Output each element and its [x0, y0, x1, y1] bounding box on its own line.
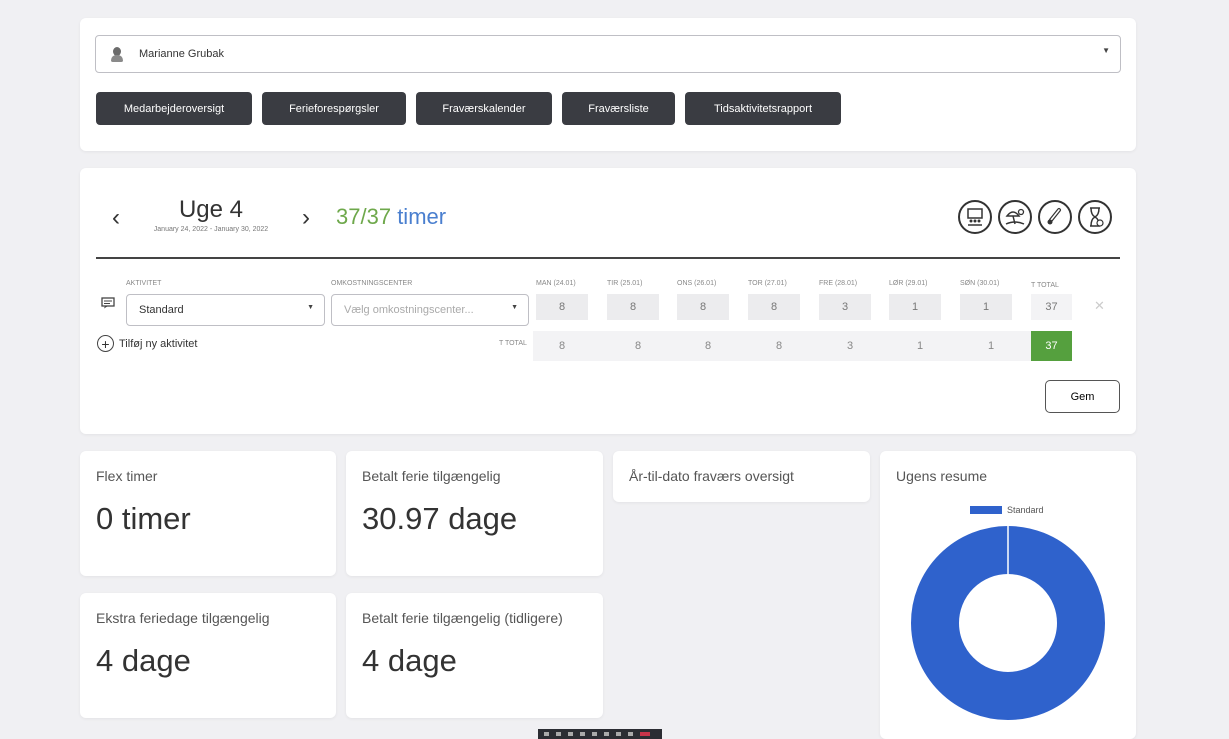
comment-icon[interactable]: [101, 297, 115, 309]
col-header-day: SØN (30.01): [960, 280, 1000, 287]
col-header-day: LØR (29.01): [889, 280, 928, 287]
day-total: 3: [846, 340, 854, 352]
week-range: January 24, 2022 - January 30, 2022: [153, 226, 269, 233]
employee-overview-button[interactable]: Medarbejderoversigt: [96, 92, 252, 125]
stat-title: Betalt ferie tilgængelig (tidligere): [362, 610, 563, 626]
hours-summary: 37/37 timer: [336, 204, 446, 230]
add-activity-label: Tilføj ny aktivitet: [119, 337, 198, 350]
week-navigation: ‹ Uge 4 January 24, 2022 - January 30, 2…: [106, 196, 316, 240]
col-header-day: MAN (24.01): [536, 280, 576, 287]
plus-circle-icon: +: [97, 335, 114, 352]
stat-value: 30.97 dage: [362, 501, 518, 536]
divider: [96, 257, 1120, 259]
employee-name: Marianne Grubak: [139, 48, 224, 60]
absence-list-button[interactable]: Fraværsliste: [562, 92, 675, 125]
employee-select[interactable]: Marianne Grubak ▼: [95, 35, 1121, 73]
col-header-day: ONS (26.01): [677, 280, 717, 287]
hours-input[interactable]: 1: [889, 294, 941, 320]
col-header-day: TOR (27.01): [748, 280, 787, 287]
day-total: 1: [987, 340, 995, 352]
floating-toolbar: [538, 729, 662, 739]
timesheet-card: ‹ Uge 4 January 24, 2022 - January 30, 2…: [80, 168, 1136, 434]
stat-title: Flex timer: [96, 468, 158, 484]
day-total: 1: [916, 340, 924, 352]
employee-card: Marianne Grubak ▼ Medarbejderoversigt Fe…: [80, 18, 1136, 151]
day-total: 8: [775, 340, 783, 352]
hours-input[interactable]: 1: [960, 294, 1012, 320]
stat-value: 0 timer: [96, 501, 191, 536]
col-header-day: FRE (28.01): [819, 280, 858, 287]
grand-total: 37: [1031, 331, 1072, 361]
team-overview-icon[interactable]: [958, 200, 992, 234]
col-header-total: T TOTAL: [1031, 282, 1059, 289]
time-activity-report-button[interactable]: Tidsaktivitetsrapport: [685, 92, 841, 125]
summary-title: Ugens resume: [896, 468, 988, 484]
header-icons: [958, 200, 1112, 234]
chevron-down-icon: ▼: [511, 304, 518, 311]
week-title: Uge 4: [178, 196, 244, 223]
avatar-icon: [110, 46, 124, 62]
cost-center-select[interactable]: Vælg omkostningscenter... ▼: [331, 294, 529, 326]
col-header-activity: AKTIVITET: [126, 280, 162, 287]
hours-input[interactable]: 8: [607, 294, 659, 320]
hourglass-icon[interactable]: [1078, 200, 1112, 234]
stat-value: 4 dage: [362, 643, 457, 678]
stat-value: 4 dage: [96, 643, 191, 678]
next-week-icon[interactable]: ›: [296, 196, 316, 240]
day-total: 8: [558, 340, 566, 352]
hours-input[interactable]: 3: [819, 294, 871, 320]
legend-label: Standard: [1007, 505, 1044, 515]
col-header-day: TIR (25.01): [607, 280, 643, 287]
ytd-absence-card[interactable]: År-til-dato fraværs oversigt: [613, 451, 870, 502]
stat-title: År-til-dato fraværs oversigt: [629, 468, 794, 484]
day-total: 8: [634, 340, 642, 352]
hours-done: 37/37: [336, 204, 392, 229]
sick-thermometer-icon[interactable]: [1038, 200, 1072, 234]
chevron-down-icon: ▼: [1102, 46, 1110, 55]
day-total: 8: [704, 340, 712, 352]
nav-buttons: Medarbejderoversigt Ferieforespørgsler F…: [96, 92, 841, 125]
paid-vacation-card: Betalt ferie tilgængelig 30.97 dage: [346, 451, 603, 576]
flex-hours-card: Flex timer 0 timer: [80, 451, 336, 576]
absence-calendar-button[interactable]: Fraværskalender: [416, 92, 552, 125]
week-label: Uge 4 January 24, 2022 - January 30, 202…: [136, 196, 286, 233]
activity-value: Standard: [139, 304, 184, 316]
prev-week-icon[interactable]: ‹: [106, 196, 126, 240]
hours-label: timer: [397, 204, 447, 229]
row-total: 37: [1031, 294, 1072, 320]
vacation-requests-button[interactable]: Ferieforespørgsler: [262, 92, 406, 125]
vacation-icon[interactable]: [998, 200, 1032, 234]
add-activity-button[interactable]: + Tilføj ny aktivitet: [97, 335, 197, 352]
cost-center-placeholder: Vælg omkostningscenter...: [344, 304, 474, 316]
extra-vacation-card: Ekstra feriedage tilgængelig 4 dage: [80, 593, 336, 718]
stat-title: Betalt ferie tilgængelig: [362, 468, 501, 484]
legend-swatch: [970, 506, 1002, 514]
totals-label: T TOTAL: [499, 340, 527, 347]
remove-row-icon[interactable]: ✕: [1094, 298, 1105, 314]
previous-vacation-card: Betalt ferie tilgængelig (tidligere) 4 d…: [346, 593, 603, 718]
hours-input[interactable]: 8: [677, 294, 729, 320]
activity-select[interactable]: Standard ▼: [126, 294, 325, 326]
weekly-summary-card: Ugens resume Standard: [880, 451, 1136, 739]
hours-input[interactable]: 8: [536, 294, 588, 320]
col-header-cost-center: OMKOSTNINGSCENTER: [331, 280, 413, 287]
save-button[interactable]: Gem: [1045, 380, 1120, 413]
stat-title: Ekstra feriedage tilgængelig: [96, 610, 270, 626]
chart-legend[interactable]: Standard: [970, 505, 1044, 515]
chevron-down-icon: ▼: [307, 304, 314, 311]
hours-input[interactable]: 8: [748, 294, 800, 320]
summary-donut-chart[interactable]: [910, 525, 1106, 721]
